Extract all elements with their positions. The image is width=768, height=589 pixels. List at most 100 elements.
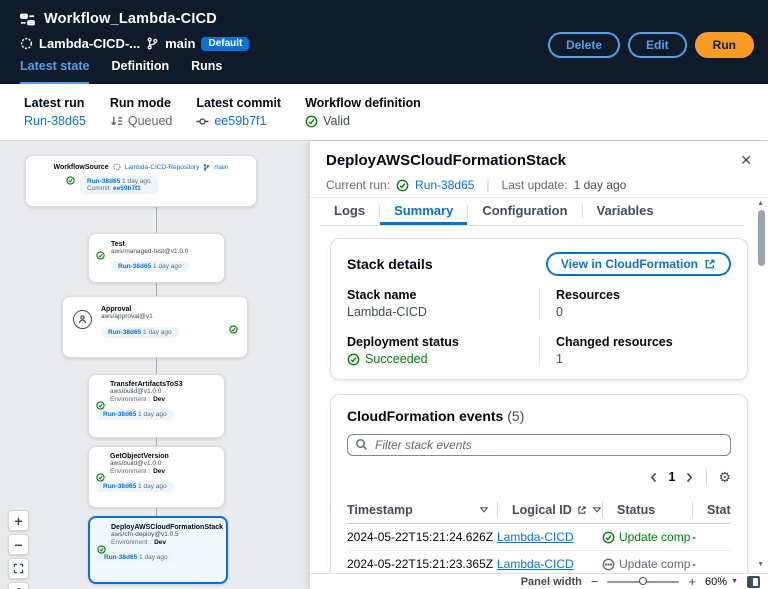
- node-approval[interactable]: Approval aws/approval@v1 Run-38d65 1 day…: [62, 296, 248, 358]
- filter-icon[interactable]: [479, 505, 489, 515]
- zoom-level-value: 60%: [705, 575, 728, 588]
- edit-button[interactable]: Edit: [628, 32, 687, 58]
- workflow-diagram[interactable]: WorkflowSource Lambda-CICD-Repository ma…: [0, 141, 310, 589]
- commit-link[interactable]: ee59b7f1: [113, 185, 141, 192]
- connector: [156, 508, 157, 516]
- run-link[interactable]: Run-38d65: [118, 263, 151, 270]
- node-test[interactable]: Test aws/managed-test@v1.0.0 Run-38d65 1…: [88, 233, 225, 283]
- tab-runs[interactable]: Runs: [191, 59, 222, 84]
- source-node-title: WorkflowSource: [53, 163, 109, 171]
- run-link[interactable]: Run-38d65: [87, 178, 120, 185]
- success-icon: [347, 353, 360, 366]
- prev-page-icon[interactable]: [648, 471, 659, 484]
- scroll-down-icon[interactable]: ▼: [757, 561, 764, 568]
- col-status-reason[interactable]: Status r...: [692, 501, 731, 518]
- node-workflow-source[interactable]: WorkflowSource Lambda-CICD-Repository ma…: [25, 155, 257, 207]
- col-timestamp[interactable]: Timestamp: [347, 503, 497, 517]
- details-panel: DeployAWSCloudFormationStack ✕ Current r…: [310, 141, 768, 589]
- success-icon: [66, 176, 75, 185]
- tab-configuration[interactable]: Configuration: [468, 199, 581, 225]
- zoom-in-button[interactable]: +: [8, 510, 29, 531]
- col-status-reason-label: Status r...: [707, 502, 731, 517]
- zoom-out-button[interactable]: −: [8, 534, 29, 555]
- latest-commit-link[interactable]: ee59b7f1: [214, 114, 266, 128]
- stack-details-card: Stack details View in CloudFormation Sta…: [330, 238, 748, 380]
- success-icon: [96, 251, 105, 260]
- run-link[interactable]: Run-38d65: [103, 483, 136, 490]
- workflow-definition-field: Workflow definition Valid: [305, 96, 421, 128]
- stack-name-value: Lambda-CICD: [347, 305, 427, 319]
- stack-details-heading: Stack details: [347, 256, 433, 272]
- tab-logs[interactable]: Logs: [320, 199, 379, 225]
- scrollbar-thumb[interactable]: [758, 210, 765, 266]
- fit-view-button[interactable]: [8, 558, 29, 579]
- slider-handle[interactable]: [639, 576, 648, 585]
- panel-position-icon[interactable]: [747, 575, 760, 588]
- run-pill: Run-38d65 1 day ago: [101, 327, 179, 338]
- gear-icon[interactable]: ⚙: [718, 469, 731, 486]
- filter-icon[interactable]: [592, 505, 602, 515]
- run-link[interactable]: Run-38d65: [108, 329, 141, 336]
- run-mode-label: Run mode: [109, 96, 171, 110]
- changed-resources-field: Changed resources 1: [539, 335, 731, 366]
- tab-variables[interactable]: Variables: [583, 199, 668, 225]
- source-branch[interactable]: main: [214, 164, 228, 171]
- delete-button[interactable]: Delete: [547, 32, 620, 58]
- filter-stack-events-input[interactable]: [347, 434, 731, 456]
- run-link[interactable]: Run-38d65: [104, 554, 137, 561]
- scroll-up-icon[interactable]: ▲: [757, 200, 764, 207]
- tab-summary[interactable]: Summary: [380, 199, 468, 225]
- external-link-icon: [704, 258, 716, 270]
- event-status-reason: -: [692, 530, 696, 544]
- logical-id-link[interactable]: Lambda-CICD: [497, 530, 574, 544]
- lock-button[interactable]: [8, 582, 29, 589]
- table-row[interactable]: 2024-05-22T15:21:24.626Z Lambda-CICD Upd…: [347, 524, 731, 551]
- last-update-label: Last update:: [501, 178, 568, 192]
- project-name[interactable]: Lambda-CICD-...: [39, 36, 140, 51]
- view-in-cloudformation-button[interactable]: View in CloudFormation: [545, 252, 731, 276]
- app-root: Workflow_Lambda-CICD Delete Edit Run Lam…: [0, 0, 768, 589]
- panel-width-decrease-button[interactable]: −: [591, 575, 599, 588]
- panel-width-slider[interactable]: [607, 576, 680, 585]
- col-logical-id-label: Logical ID: [512, 502, 572, 517]
- events-table-header: Timestamp Logical ID Status Stat: [347, 496, 731, 524]
- col-logical-id[interactable]: Logical ID: [497, 501, 602, 518]
- node-get-object-version[interactable]: GetObjectVersion aws/build@v1.0.0 Enviro…: [88, 446, 225, 508]
- col-status[interactable]: Status: [602, 501, 692, 518]
- changed-resources-label: Changed resources: [556, 335, 673, 349]
- run-time: 1 day ago: [138, 483, 167, 490]
- resources-label: Resources: [556, 288, 620, 302]
- current-run-link[interactable]: Run-38d65: [415, 178, 474, 192]
- view-button-label: View in CloudFormation: [560, 257, 698, 271]
- node-deploy-cloudformation[interactable]: DeployAWSCloudFormationStack aws/cfn-dep…: [88, 516, 228, 584]
- logical-id-link[interactable]: Lambda-CICD: [497, 557, 574, 571]
- run-mode-value: Queued: [127, 114, 173, 128]
- event-timestamp: 2024-05-22T15:21:24.626Z: [347, 530, 494, 544]
- latest-run-field: Latest run Run-38d65: [24, 96, 86, 128]
- close-icon[interactable]: ✕: [738, 151, 754, 169]
- header-actions: Delete Edit Run: [547, 32, 754, 58]
- latest-commit-field: Latest commit ee59b7f1: [196, 96, 281, 128]
- env-label: Environment :: [111, 539, 152, 546]
- repository-link[interactable]: Lambda-CICD-Repository: [125, 164, 200, 171]
- latest-run-link[interactable]: Run-38d65: [24, 114, 86, 128]
- success-icon: [602, 531, 615, 544]
- connector: [156, 283, 157, 296]
- branch-name[interactable]: main: [165, 36, 195, 51]
- run-link[interactable]: Run-38d65: [103, 411, 136, 418]
- event-timestamp: 2024-05-22T15:21:23.365Z: [347, 557, 494, 571]
- next-page-icon[interactable]: [684, 471, 695, 484]
- tab-definition[interactable]: Definition: [111, 59, 169, 84]
- zoom-level-dropdown[interactable]: 60% ▼: [705, 576, 738, 588]
- changed-resources-value: 1: [556, 352, 563, 366]
- node-action: aws/approval@v1: [101, 313, 153, 320]
- run-button[interactable]: Run: [694, 32, 754, 58]
- commit-icon: [196, 115, 209, 128]
- tab-latest-state[interactable]: Latest state: [20, 59, 90, 84]
- node-transfer-artifacts[interactable]: TransferArtifactsToS3 aws/build@v1.0.0 E…: [88, 374, 225, 438]
- panel-width-increase-button[interactable]: +: [688, 575, 696, 588]
- table-row[interactable]: 2024-05-22T15:21:23.365Z Lambda-CICD Upd…: [347, 551, 731, 573]
- panel-footer: Panel width − + 60% ▼: [310, 573, 768, 589]
- page-number[interactable]: 1: [668, 470, 675, 484]
- success-icon: [396, 179, 409, 192]
